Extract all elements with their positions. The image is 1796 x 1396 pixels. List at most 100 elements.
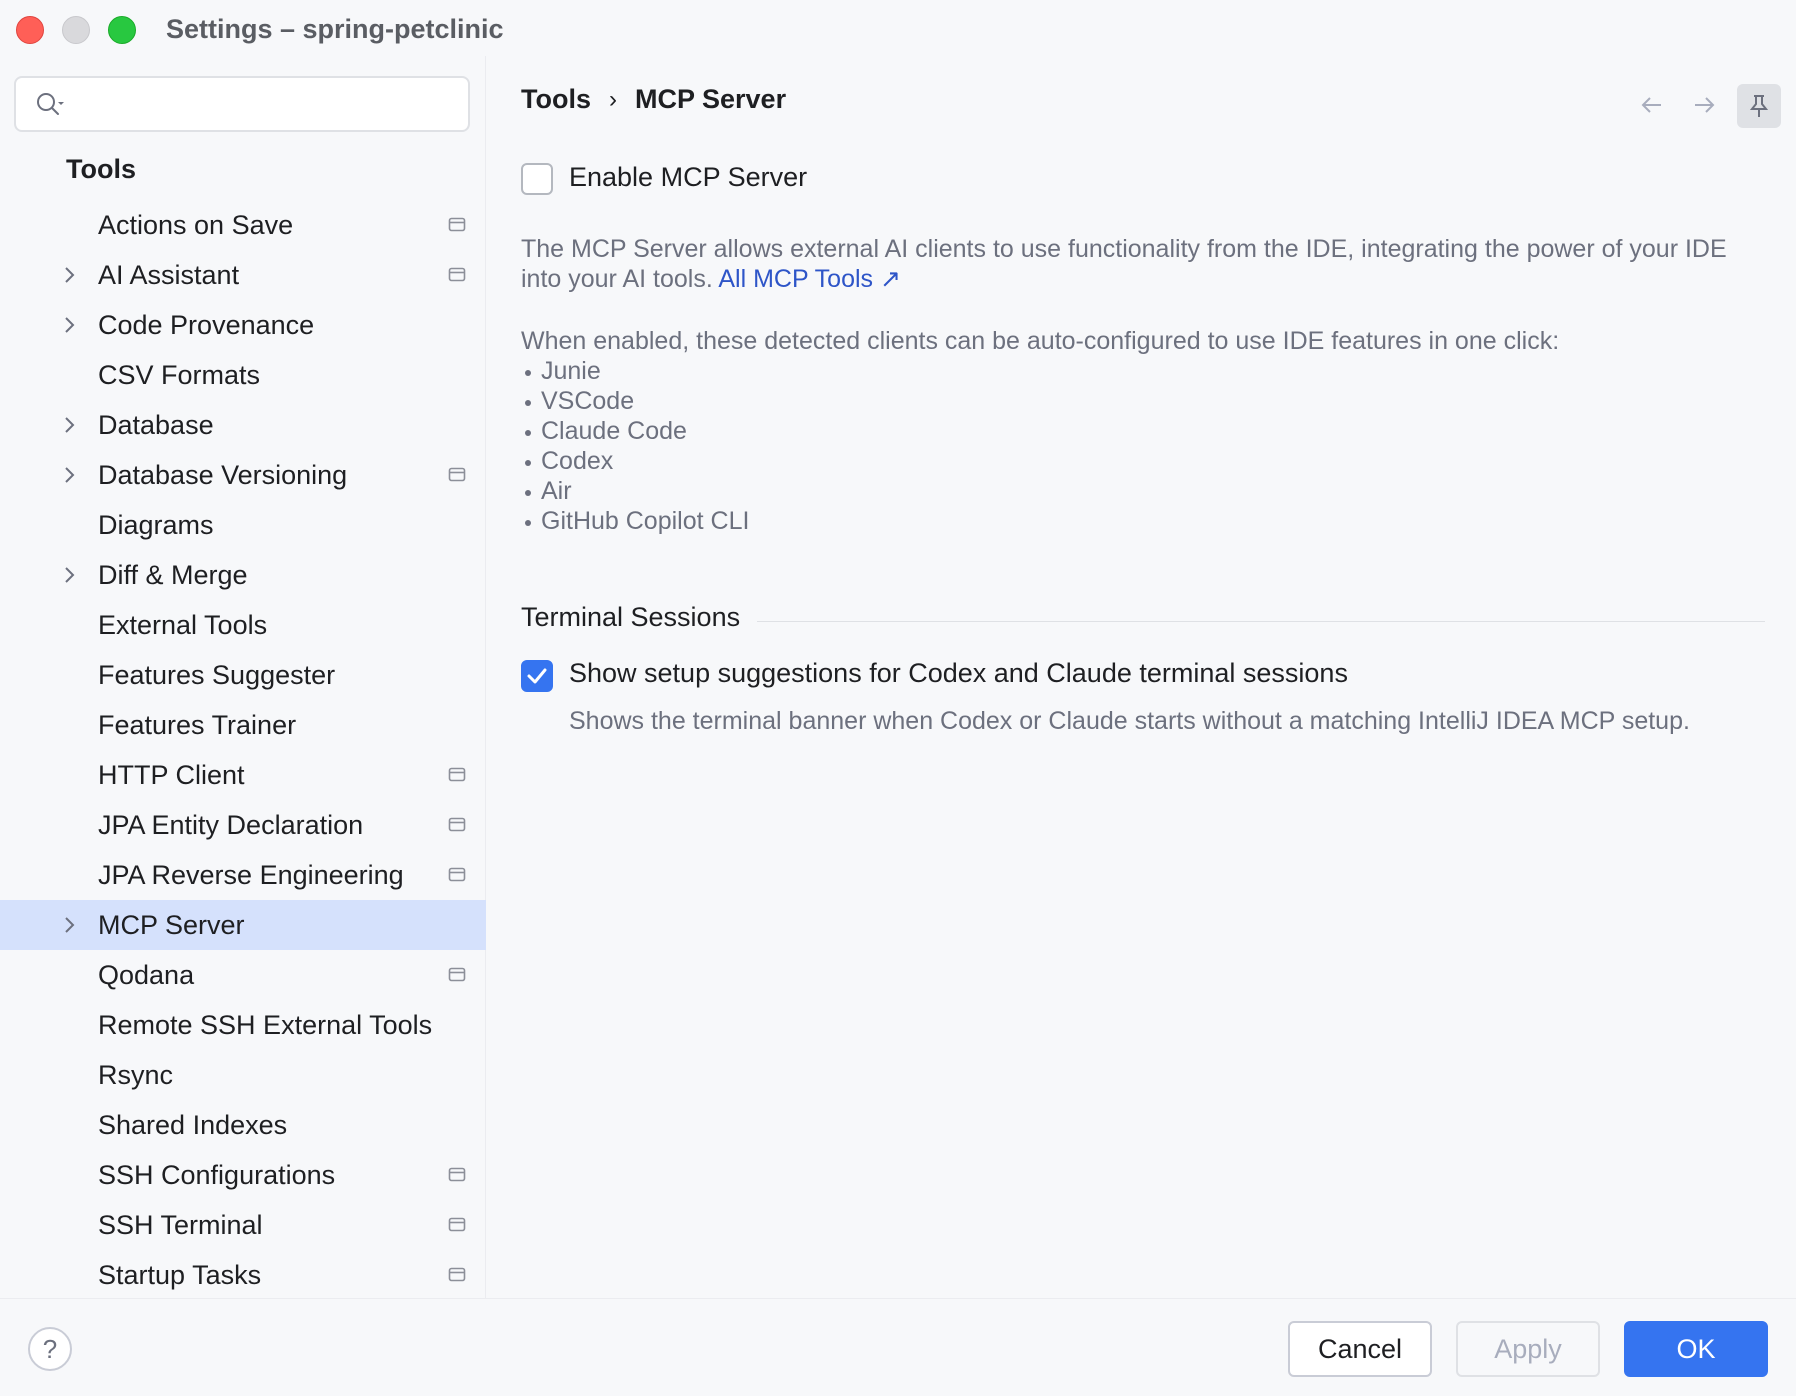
chevron-right-icon[interactable] xyxy=(62,314,78,336)
tree-item-label: SSH Terminal xyxy=(98,1210,263,1240)
show-setup-suggestions-label[interactable]: Show setup suggestions for Codex and Cla… xyxy=(569,658,1348,689)
project-settings-icon xyxy=(448,966,466,984)
clients-intro: When enabled, these detected clients can… xyxy=(521,327,1560,355)
search-icon xyxy=(34,90,66,120)
project-settings-icon xyxy=(448,1216,466,1234)
minimize-window-button[interactable] xyxy=(62,16,90,44)
description-body: The MCP Server allows external AI client… xyxy=(521,235,1727,293)
client-list-item: Junie xyxy=(521,356,1771,386)
close-window-button[interactable] xyxy=(16,16,44,44)
tree-item-label: JPA Entity Declaration xyxy=(98,810,364,840)
tree-item[interactable]: Shared Indexes xyxy=(0,1100,486,1150)
client-list-item: GitHub Copilot CLI xyxy=(521,506,1771,536)
description-text: The MCP Server allows external AI client… xyxy=(521,234,1771,294)
tree-item-label: External Tools xyxy=(98,610,268,640)
search-box[interactable] xyxy=(14,76,470,132)
tree-item[interactable]: SSH Terminal xyxy=(0,1200,486,1250)
chevron-right-icon[interactable] xyxy=(62,914,78,936)
tree-item-label: CSV Formats xyxy=(98,360,261,390)
tree-item-label: Diff & Merge xyxy=(98,560,248,590)
show-setup-suggestions-hint: Shows the terminal banner when Codex or … xyxy=(569,707,1690,735)
tree-item[interactable]: CSV Formats xyxy=(0,350,486,400)
tree-item[interactable]: Features Trainer xyxy=(0,700,486,750)
client-list-item: Claude Code xyxy=(521,416,1771,446)
tree-item[interactable]: Database xyxy=(0,400,486,450)
tree-item[interactable]: Features Suggester xyxy=(0,650,486,700)
tree-item-label: HTTP Client xyxy=(98,760,245,790)
window-title: Settings – spring-petclinic xyxy=(166,14,504,44)
chevron-right-icon[interactable] xyxy=(62,464,78,486)
project-settings-icon xyxy=(448,216,466,234)
tree-item[interactable]: Database Versioning xyxy=(0,450,486,500)
tree-item[interactable]: SSH Configurations xyxy=(0,1150,486,1200)
tree-item[interactable]: JPA Entity Declaration xyxy=(0,800,486,850)
project-settings-icon xyxy=(448,266,466,284)
breadcrumb-separator: › xyxy=(609,85,617,113)
tree-item-label: Rsync xyxy=(98,1060,174,1090)
title-bar: Settings – spring-petclinic xyxy=(0,0,1796,56)
project-settings-icon xyxy=(448,466,466,484)
all-mcp-tools-link[interactable]: All MCP Tools ↗ xyxy=(718,265,901,293)
clients-block: When enabled, these detected clients can… xyxy=(521,326,1771,536)
maximize-window-button[interactable] xyxy=(108,16,136,44)
show-setup-suggestions-checkbox[interactable] xyxy=(521,660,553,692)
tree-item-label: Diagrams xyxy=(98,510,214,540)
tree-item[interactable]: Code Provenance xyxy=(0,300,486,350)
tree-item[interactable]: Diagrams xyxy=(0,500,486,550)
tree-header-tools[interactable]: Tools xyxy=(66,154,136,185)
chevron-right-icon[interactable] xyxy=(62,564,78,586)
tree-item[interactable]: HTTP Client xyxy=(0,750,486,800)
search-input[interactable] xyxy=(78,86,458,122)
tree-item-label: Features Suggester xyxy=(98,660,336,690)
project-settings-icon xyxy=(448,1266,466,1284)
settings-tree: Actions on Save AI Assistant Code Proven… xyxy=(0,200,486,1300)
section-divider xyxy=(757,621,1765,622)
breadcrumb: Tools › MCP Server xyxy=(521,84,786,115)
terminal-sessions-title: Terminal Sessions xyxy=(521,602,741,632)
tree-item-label: Startup Tasks xyxy=(98,1260,262,1290)
project-settings-icon xyxy=(448,866,466,884)
tree-item[interactable]: Diff & Merge xyxy=(0,550,486,600)
project-settings-icon xyxy=(448,766,466,784)
tree-item-label: Features Trainer xyxy=(98,710,297,740)
help-button[interactable]: ? xyxy=(28,1327,72,1371)
enable-mcp-server-checkbox[interactable] xyxy=(521,163,553,195)
tree-item-label: SSH Configurations xyxy=(98,1160,336,1190)
tree-item[interactable]: Actions on Save xyxy=(0,200,486,250)
ok-button[interactable]: OK xyxy=(1624,1321,1768,1377)
settings-content: Tools › MCP Server Enable MCP Server The… xyxy=(487,56,1796,1298)
breadcrumb-current: MCP Server xyxy=(635,84,787,114)
enable-mcp-server-label[interactable]: Enable MCP Server xyxy=(569,162,807,193)
arrow-left-icon[interactable] xyxy=(1637,90,1667,120)
cancel-button[interactable]: Cancel xyxy=(1288,1321,1432,1377)
tree-item[interactable]: JPA Reverse Engineering xyxy=(0,850,486,900)
checkmark-icon xyxy=(527,668,547,684)
settings-sidebar: Tools Actions on Save AI Assistant Code … xyxy=(0,56,486,1298)
project-settings-icon xyxy=(448,816,466,834)
pin-icon xyxy=(1749,95,1769,117)
tree-item[interactable]: Startup Tasks xyxy=(0,1250,486,1300)
breadcrumb-parent[interactable]: Tools xyxy=(521,84,591,115)
tree-item[interactable]: External Tools xyxy=(0,600,486,650)
tree-item-label: Shared Indexes xyxy=(98,1110,288,1140)
tree-item[interactable]: Qodana xyxy=(0,950,486,1000)
pin-button[interactable] xyxy=(1737,84,1781,128)
settings-window: Settings – spring-petclinic Tools Action… xyxy=(0,0,1796,1396)
tree-item[interactable]: Rsync xyxy=(0,1050,486,1100)
chevron-right-icon[interactable] xyxy=(62,414,78,436)
chevron-right-icon[interactable] xyxy=(62,264,78,286)
tree-item[interactable]: Remote SSH External Tools xyxy=(0,1000,486,1050)
project-settings-icon xyxy=(448,1166,466,1184)
client-list-item: VSCode xyxy=(521,386,1771,416)
tree-item-selected[interactable]: MCP Server xyxy=(0,900,486,950)
client-list-item: Codex xyxy=(521,446,1771,476)
apply-button[interactable]: Apply xyxy=(1456,1321,1600,1377)
dialog-footer: ? Cancel Apply OK xyxy=(0,1298,1796,1396)
tree-item-label: Code Provenance xyxy=(98,310,315,340)
client-list-item: Air xyxy=(521,476,1771,506)
tree-item[interactable]: AI Assistant xyxy=(0,250,486,300)
tree-item-label: Database Versioning xyxy=(98,460,348,490)
tree-item-label: JPA Reverse Engineering xyxy=(98,860,404,890)
arrow-right-icon[interactable] xyxy=(1689,90,1719,120)
tree-item-label: MCP Server xyxy=(98,910,245,940)
